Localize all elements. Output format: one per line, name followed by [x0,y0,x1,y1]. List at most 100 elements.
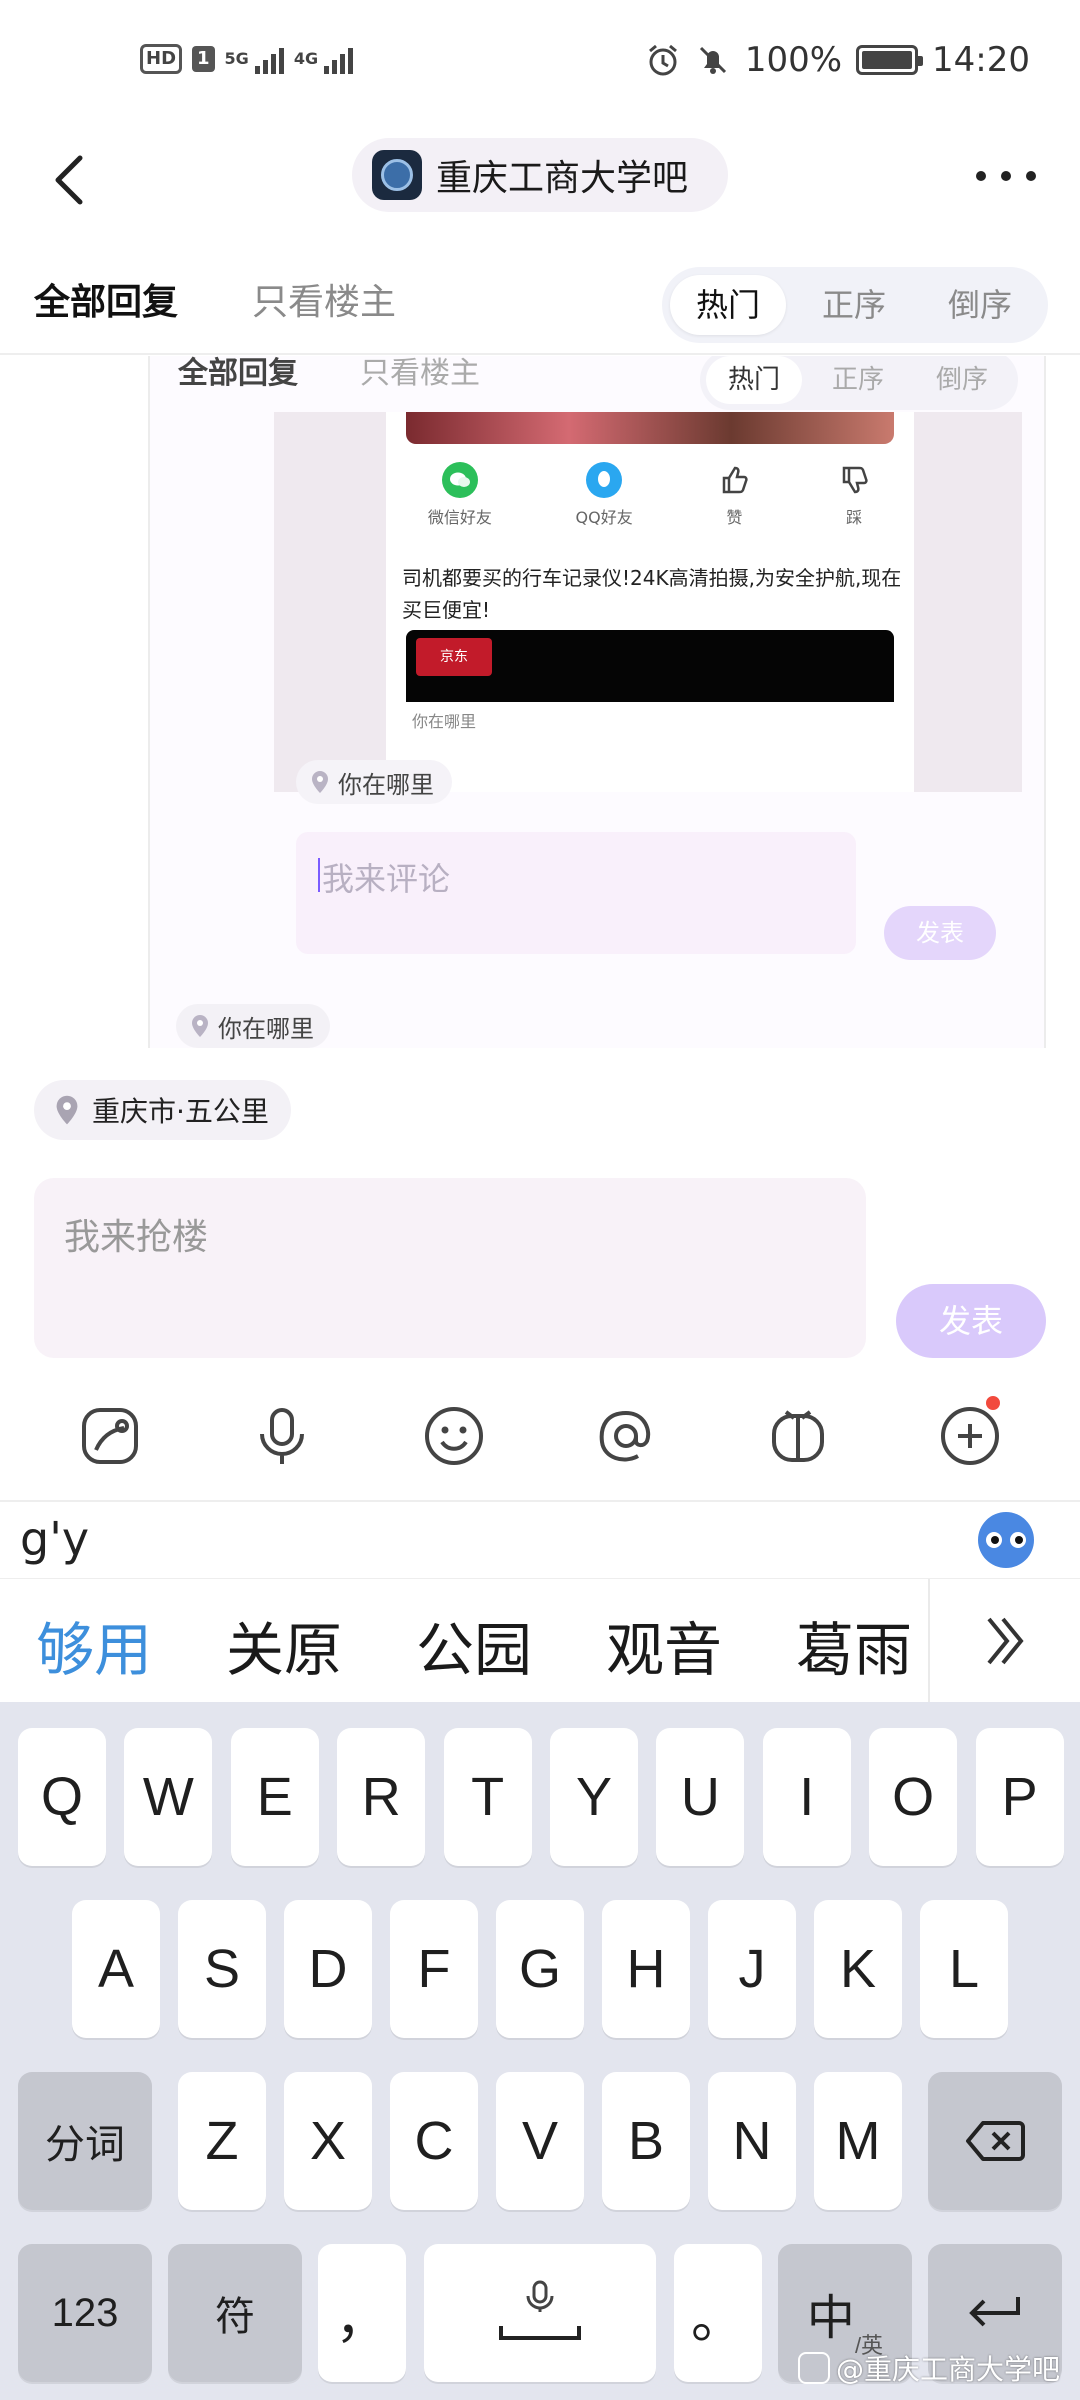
key-h[interactable]: H [602,1900,690,2038]
pinyin-text: g'y [20,1512,90,1566]
qq-icon [586,462,623,498]
key-w[interactable]: W [124,1728,213,1866]
status-right: 100% 14:20 [645,40,1030,80]
key-f[interactable]: F [390,1900,478,2038]
sort-toggle: 热门 正序 倒序 [662,267,1048,343]
sim-badge: 1 [192,46,215,72]
share-like-label: 赞 [726,508,743,527]
battery-fill [862,51,913,69]
embedded-location-small: 你在哪里 [412,712,477,731]
key-i[interactable]: I [762,1728,851,1866]
segment-key[interactable]: 分词 [18,2072,152,2210]
candidate-1[interactable]: 够用 [36,1603,152,1687]
battery-percent: 100% [744,40,843,80]
key-j[interactable]: J [708,1900,796,2038]
status-left: HD 1 5G 4G [140,44,354,74]
emoji-icon[interactable] [422,1404,486,1468]
embedded-tab-all: 全部回复 [178,356,298,391]
embedded-comment-placeholder: 我来评论 [322,860,451,898]
thumbs-down-icon [842,466,868,494]
location-pin-icon [56,1095,78,1125]
candidate-bar: 够用 关原 公园 观音 葛雨 [0,1578,1080,1703]
tab-all-replies[interactable]: 全部回复 [34,273,178,325]
share-qq: QQ好友 [576,462,633,528]
wechat-icon [441,462,478,498]
candidate-4[interactable]: 观音 [606,1603,722,1687]
reply-input[interactable]: 我来抢楼 [34,1178,866,1358]
network-type-1: 5G [224,49,249,68]
key-b[interactable]: B [602,2072,690,2210]
key-r[interactable]: R [337,1728,426,1866]
period-key[interactable]: 。 [674,2244,762,2382]
key-s[interactable]: S [178,1900,266,2038]
candidate-3[interactable]: 公园 [416,1603,532,1687]
key-g[interactable]: G [496,1900,584,2038]
space-key[interactable] [424,2244,656,2382]
key-k[interactable]: K [814,1900,902,2038]
key-m[interactable]: M [814,2072,902,2210]
embedded-inner: 微信好友 QQ好友 赞 踩 司机都要买的行车记录仪!24K高清拍摄,为安全护航,… [386,412,914,792]
candidate-5[interactable]: 葛雨 [796,1603,912,1687]
sort-hot[interactable]: 热门 [670,275,786,335]
expand-candidates-icon[interactable] [928,1579,1080,1703]
embedded-photo [406,412,894,444]
embedded-comment-input: 我来评论 [296,832,856,954]
ime-composition: g'y [0,1500,1080,1578]
embedded-location-label: 你在哪里 [338,770,434,799]
location-chip[interactable]: 重庆市·五公里 [34,1080,291,1140]
key-l[interactable]: L [920,1900,1008,2038]
network-type-2: 4G [293,49,319,68]
signal-icon [324,44,354,74]
sort-ascending[interactable]: 正序 [796,275,912,335]
location-pin-icon [192,1015,208,1037]
reply-image[interactable]: 全部回复 只看楼主 热门 正序 倒序 微信好友 QQ好友 赞 踩 司机都要买的行… [0,356,1080,1048]
ad-brand-badge: 京东 [416,638,492,676]
add-icon[interactable] [938,1404,1002,1468]
backspace-icon [966,2121,1025,2161]
comma-key[interactable]: ， [318,2244,406,2382]
key-y[interactable]: Y [550,1728,638,1866]
key-n[interactable]: N [708,2072,796,2210]
key-d[interactable]: D [284,1900,372,2038]
key-o[interactable]: O [869,1728,958,1866]
key-p[interactable]: P [975,1728,1064,1866]
key-u[interactable]: U [656,1728,745,1866]
send-button[interactable]: 发表 [896,1284,1046,1358]
key-x[interactable]: X [284,2072,372,2210]
share-dislike-label: 踩 [846,508,863,527]
signal-icon [254,44,284,74]
more-icon[interactable] [976,156,1036,196]
microphone-icon[interactable] [250,1404,314,1468]
embedded-tab-op: 只看楼主 [360,356,480,391]
key-t[interactable]: T [443,1728,532,1866]
key-e[interactable]: E [230,1728,319,1866]
tab-op-only[interactable]: 只看楼主 [252,273,396,325]
key-z[interactable]: Z [178,2072,266,2210]
reply-tabs: 全部回复 只看楼主 热门 正序 倒序 [0,255,1080,355]
composer-toolbar [0,1386,1080,1486]
status-bar: HD 1 5G 4G 100% 14:20 [0,0,1080,130]
backspace-key[interactable] [928,2072,1062,2210]
candidate-2[interactable]: 关原 [226,1603,342,1687]
gift-icon[interactable] [766,1404,830,1468]
key-a[interactable]: A [72,1900,160,2038]
key-q[interactable]: Q [18,1728,106,1866]
sort-descending[interactable]: 倒序 [922,275,1038,335]
symbols-key[interactable]: 符 [168,2244,302,2382]
back-arrow-icon[interactable] [44,150,100,210]
top-bar: 重庆工商大学吧 [0,130,1080,250]
key-c[interactable]: C [390,2072,478,2210]
numbers-key[interactable]: 123 [18,2244,152,2382]
sticker-icon[interactable] [78,1404,142,1468]
forum-name: 重庆工商大学吧 [436,158,689,199]
forum-pill[interactable]: 重庆工商大学吧 [352,138,728,212]
embedded-location-chip: 你在哪里 [296,760,452,804]
thumbs-up-icon [723,466,749,494]
share-row: 微信好友 QQ好友 赞 踩 [386,462,914,528]
enter-icon [969,2297,1020,2327]
embedded-ad-banner: 京东 [406,630,894,702]
ime-mascot-icon[interactable] [978,1512,1034,1568]
space-mic-icon [499,2280,581,2340]
mention-icon[interactable] [594,1404,658,1468]
key-v[interactable]: V [496,2072,584,2210]
